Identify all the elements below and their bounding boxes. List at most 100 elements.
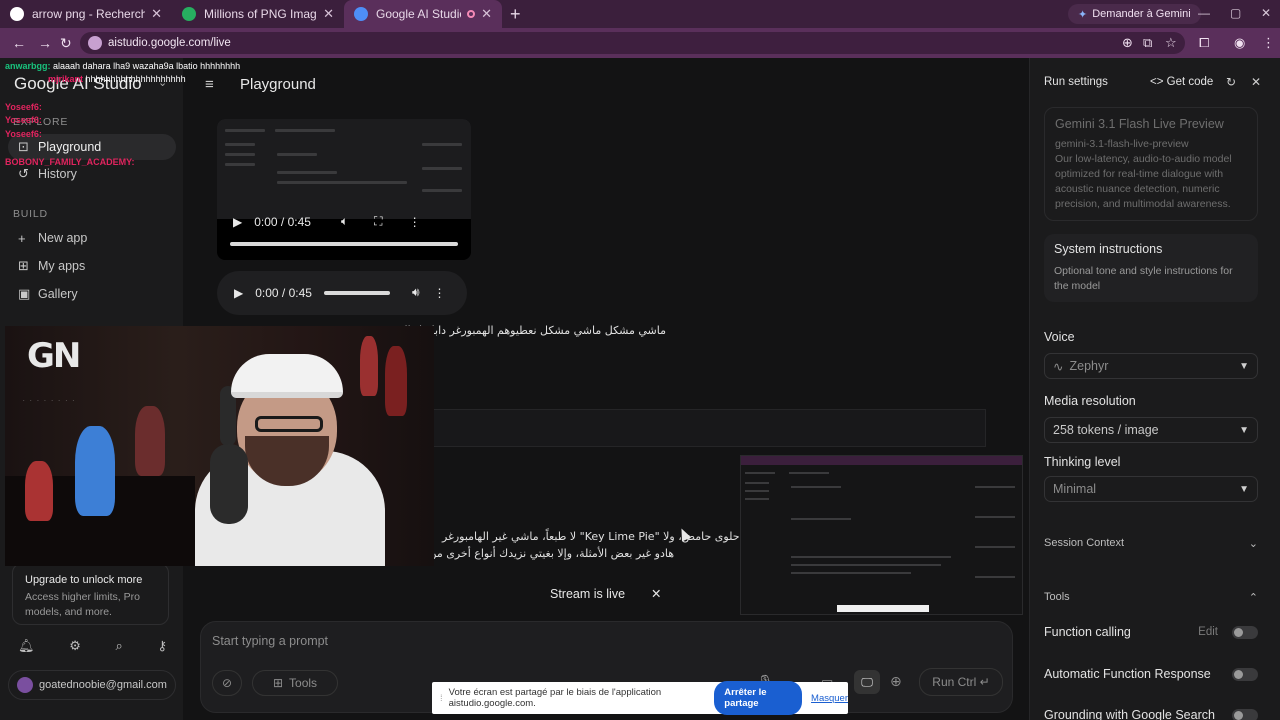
tools-label: Tools (289, 676, 318, 690)
model-response-line-1: لي هي حلوى حامض، ولا "Key Lime Pie" لا ط… (442, 530, 774, 543)
play-icon[interactable]: ▶ (234, 286, 243, 300)
stream-status-text: Stream is live (550, 586, 626, 601)
drag-handle-icon[interactable]: ⁞ (440, 693, 443, 704)
upgrade-card[interactable]: Upgrade to unlock more Access higher lim… (12, 563, 169, 625)
link-tool-button[interactable]: ⊘ (212, 670, 242, 696)
browser-menu-icon[interactable]: ⋮ (1262, 35, 1275, 51)
media-resolution-select[interactable]: 258 tokens / image ▼ (1044, 417, 1258, 443)
user-message-text: ماشي مشكل ماشي مشكل نعطيوهم الهمبورغر دا… (378, 324, 666, 337)
run-settings-panel: Run settings <> Get code ↻ ✕ Gemini 3.1 … (1029, 58, 1280, 720)
screen-sharing-notification: ⁞ Votre écran est partagé par le biais d… (432, 681, 848, 715)
tool-label: Function calling (1044, 625, 1131, 639)
extensions-icon[interactable]: ⧠ (1199, 35, 1209, 51)
avatar (17, 677, 33, 693)
prompt-placeholder[interactable]: Start typing a prompt (212, 634, 328, 648)
screen-share-icon[interactable]: 🖵︎ (854, 670, 880, 694)
video-progress-bar[interactable] (230, 242, 458, 246)
maximize-icon[interactable]: ▢ (1230, 6, 1241, 20)
code-icon: <> (1150, 76, 1164, 88)
plus-icon: + (18, 230, 26, 246)
hide-notification-link[interactable]: Masquer (811, 693, 848, 704)
section-build: BUILD (13, 208, 48, 220)
new-tab-button[interactable]: + (510, 4, 521, 25)
minimize-icon[interactable]: — (1198, 6, 1210, 20)
audio-progress-bar[interactable] (323, 290, 390, 295)
cast-icon[interactable]: ⧉ (1143, 35, 1152, 51)
function-calling-toggle[interactable] (1232, 625, 1258, 639)
add-icon[interactable]: ⊕ (890, 673, 902, 690)
gallery-icon: ▣ (18, 286, 31, 301)
audio-player[interactable]: ▶ 0:00 / 0:45 🔊︎ ⋮ (217, 271, 467, 315)
account-switcher[interactable]: goatednoobie@gmail.com (8, 670, 176, 700)
tools-section-header[interactable]: Tools ⌃ (1044, 591, 1258, 604)
run-button[interactable]: Run Ctrl ↵ (919, 668, 1003, 696)
get-code-button[interactable]: <> Get code (1150, 76, 1213, 88)
stop-sharing-button[interactable]: Arrêter le partage (714, 681, 803, 715)
thinking-level-select[interactable]: Minimal ▼ (1044, 476, 1258, 502)
system-instructions-description: Optional tone and style instructions for… (1054, 265, 1233, 292)
sidebar-footer-icons: 🔔︎ ⚙ ⌕ ⚷ (10, 638, 175, 654)
close-tab-icon[interactable]: ✕ (323, 6, 334, 22)
ask-gemini-label: Demander à Gemini (1092, 8, 1191, 20)
ask-gemini-button[interactable]: ✦ Demander à Gemini (1068, 4, 1201, 24)
sidebar-item-my-apps[interactable]: ⊞ My apps (8, 253, 176, 279)
bell-icon[interactable]: 🔔︎ (18, 638, 35, 654)
zoom-icon[interactable]: ⊕ (1122, 35, 1133, 51)
session-context-header[interactable]: Session Context ⌄ (1044, 537, 1258, 550)
automatic-function-response-toggle[interactable] (1232, 667, 1258, 681)
streamer-logo-tagline: · · · · · · · · (23, 398, 77, 404)
grounding-toggle[interactable] (1232, 708, 1258, 720)
tool-label: Automatic Function Response (1044, 667, 1211, 681)
system-instructions-card[interactable]: System instructions Optional tone and st… (1044, 234, 1258, 302)
session-context-label: Session Context (1044, 537, 1125, 549)
close-panel-icon[interactable]: ✕ (1251, 75, 1261, 89)
bookmark-star-icon[interactable]: ☆ (1165, 35, 1177, 51)
model-id: gemini-3.1-flash-live-preview (1055, 138, 1189, 150)
tools-button[interactable]: ⊞ Tools (252, 670, 338, 696)
edit-function-calling-button[interactable]: Edit (1198, 626, 1218, 638)
close-icon[interactable]: ✕ (651, 586, 661, 601)
tool-label: Grounding with Google Search (1044, 708, 1215, 720)
fullscreen-icon[interactable]: ⛶ (374, 214, 382, 229)
response-block (433, 409, 986, 447)
close-tab-icon[interactable]: ✕ (481, 6, 492, 22)
video-player[interactable]: ▶ 0:00 / 0:45 🔈︎ ⛶ ⋮ (217, 119, 471, 260)
profile-avatar-icon[interactable]: ◉ (1234, 35, 1245, 51)
url-field[interactable]: aistudio.google.com/live (80, 32, 1185, 54)
play-icon[interactable]: ▶ (233, 215, 242, 229)
tool-automatic-function-response: Automatic Function Response (1044, 667, 1258, 681)
stream-chat-overlay: anwarbgg: alaaah dahara lha9 wazaha9a lb… (0, 0, 240, 170)
reset-icon[interactable]: ↻ (1226, 75, 1236, 89)
gear-icon[interactable]: ⚙ (69, 638, 81, 654)
video-controls: ▶ 0:00 / 0:45 🔈︎ ⛶ ⋮ (233, 214, 459, 229)
chevron-up-icon: ⌃ (1248, 592, 1258, 604)
screen-share-preview (740, 455, 1023, 615)
volume-icon[interactable]: 🔊︎ (412, 285, 420, 300)
sidebar-item-label: My apps (38, 259, 86, 273)
mute-icon[interactable]: 🔈︎ (341, 214, 348, 229)
audio-menu-icon[interactable]: ⋮ (434, 286, 446, 300)
account-email: goatednoobie@gmail.com (39, 679, 167, 691)
sidebar-item-new-app[interactable]: + New app (8, 225, 176, 251)
voice-select[interactable]: ∿ Zephyr ▼ (1044, 353, 1258, 379)
streamer-logo-icon: GN (27, 336, 81, 376)
model-name: Gemini 3.1 Flash Live Preview (1055, 117, 1224, 131)
search-icon[interactable]: ⌕ (116, 638, 123, 654)
sidebar-item-gallery[interactable]: ▣ Gallery (8, 281, 176, 307)
close-window-icon[interactable]: ✕ (1261, 6, 1271, 20)
chevron-down-icon: ⌄ (1248, 538, 1258, 550)
run-settings-title: Run settings (1044, 76, 1108, 88)
chat-message: Yoseef6: (5, 102, 42, 112)
key-icon[interactable]: ⚷ (157, 638, 167, 654)
sidebar-item-label: New app (38, 231, 88, 245)
tab-ai-studio[interactable]: Google AI Studio ✕ (344, 0, 502, 28)
video-menu-icon[interactable]: ⋮ (409, 215, 421, 229)
model-selector[interactable]: Gemini 3.1 Flash Live Preview gemini-3.1… (1044, 107, 1258, 221)
grid-icon: ⊞ (18, 258, 29, 273)
chevron-down-icon: ▼ (1239, 483, 1249, 495)
chat-message: Yoseef6: (5, 129, 42, 139)
media-resolution-value: 258 tokens / image (1053, 423, 1159, 437)
share-notice-text: Votre écran est partagé par le biais de … (448, 687, 662, 709)
chat-message: anwarbgg: alaaah dahara lha9 wazaha9a lb… (5, 61, 241, 71)
tools-grid-icon: ⊞ (272, 676, 284, 690)
